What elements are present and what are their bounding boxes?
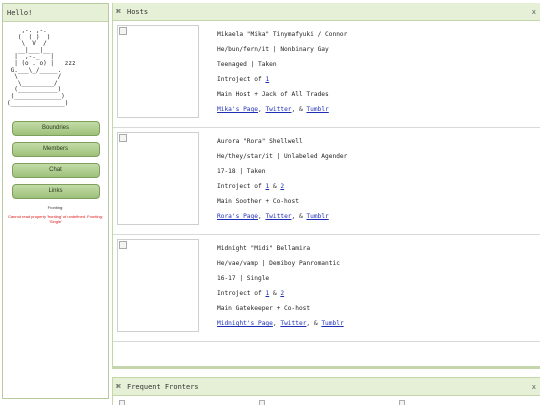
sidebar-title-bar: Hello! <box>3 4 108 22</box>
host-role: Main Host + Jack of All Trades <box>217 91 329 98</box>
host-card-mika: Mikaela "Mika" Tinymafyuki / Connor He/b… <box>113 21 540 128</box>
nav-links-button[interactable]: Links <box>11 184 100 200</box>
host-name: Mikaela "Mika" Tinymafyuki / Connor <box>217 31 348 38</box>
introject-link-1[interactable]: 1 <box>265 76 269 83</box>
sidebar-nav: Boundries Members Chat Links <box>3 121 108 200</box>
close-icon[interactable]: x <box>532 3 536 21</box>
introject-link-2[interactable]: 2 <box>280 290 284 297</box>
host-card-rora: Aurora "Rora" Shellwell He/they/star/it … <box>113 128 540 235</box>
fronter-image <box>399 400 405 405</box>
introject-link-1[interactable]: 1 <box>265 183 269 190</box>
host-age: Teenaged | Taken <box>217 61 277 68</box>
twitter-link[interactable]: Twitter <box>280 320 306 327</box>
host-image <box>117 132 199 225</box>
host-pronouns: He/they/star/it | Unlabeled Agender <box>217 153 348 160</box>
ascii-art: ,-. ,-. ( ( ) ) \ V / __|___|__ | ,-._ |… <box>7 27 76 107</box>
host-role: Main Soother + Co-host <box>217 198 299 205</box>
paperclip-icon: ⌘ <box>116 7 121 16</box>
host-page-link[interactable]: Midnight's Page <box>217 320 273 327</box>
host-name: Midnight "Midi" Bellamira <box>217 245 311 252</box>
tumblr-link[interactable]: Tumblr <box>306 106 328 113</box>
nav-boundries-button[interactable]: Boundries <box>11 121 100 137</box>
host-page-link[interactable]: Rora's Page <box>217 213 258 220</box>
host-links: Rora's Page, Twitter, & Tumblr <box>217 213 329 220</box>
fronter-image <box>119 400 125 405</box>
close-icon[interactable]: x <box>532 378 536 396</box>
introject-link-1[interactable]: 1 <box>265 290 269 297</box>
host-card-midi: Midnight "Midi" Bellamira He/vae/vamp | … <box>113 235 540 342</box>
host-pronouns: He/vae/vamp | Demiboy Panromantic <box>217 260 340 267</box>
tumblr-link[interactable]: Tumblr <box>321 320 343 327</box>
host-links: Mika's Page, Twitter, & Tumblr <box>217 106 329 113</box>
hosts-title-bar: ⌘ Hosts x <box>113 3 540 21</box>
host-links: Midnight's Page, Twitter, & Tumblr <box>217 320 344 327</box>
host-page-link[interactable]: Mika's Page <box>217 106 258 113</box>
error-message: Cannot read property 'fronting' of undef… <box>8 214 103 225</box>
nav-members-button[interactable]: Members <box>11 142 100 158</box>
introject-label: Introject of <box>217 290 266 297</box>
fronters-window: ⌘ Frequent Fronters x <box>112 377 540 405</box>
host-age: 16-17 | Single <box>217 275 270 282</box>
fronters-title: Frequent Fronters <box>127 383 199 391</box>
host-image <box>117 239 199 332</box>
host-name: Aurora "Rora" Shellwell <box>217 138 303 145</box>
hosts-window: ⌘ Hosts x Mikaela "Mika" Tinymafyuki / C… <box>112 3 540 369</box>
host-role: Main Gatekeeper + Co-host <box>217 305 311 312</box>
host-info: Aurora "Rora" Shellwell He/they/star/it … <box>217 134 536 224</box>
twitter-link[interactable]: Twitter <box>265 106 291 113</box>
tumblr-link[interactable]: Tumblr <box>306 213 328 220</box>
nav-chat-button[interactable]: Chat <box>11 163 100 179</box>
fronters-title-bar: ⌘ Frequent Fronters x <box>113 378 540 396</box>
host-pronouns: He/bun/fern/it | Nonbinary Gay <box>217 46 329 53</box>
twitter-link[interactable]: Twitter <box>265 213 291 220</box>
fronter-image <box>259 400 265 405</box>
host-info: Mikaela "Mika" Tinymafyuki / Connor He/b… <box>217 27 536 117</box>
host-introject: Introject of 1 <box>217 72 536 87</box>
host-introject: Introject of 1 & 2 <box>217 290 285 297</box>
paperclip-icon: ⌘ <box>116 382 121 391</box>
host-age: 17-18 | Taken <box>217 168 266 175</box>
introject-label: Introject of <box>217 183 266 190</box>
host-introject: Introject of 1 & 2 <box>217 183 285 190</box>
host-info: Midnight "Midi" Bellamira He/vae/vamp | … <box>217 241 536 331</box>
fronting-status: Fronting: <box>47 205 64 211</box>
hosts-title: Hosts <box>127 8 149 16</box>
introject-label: Introject of <box>217 76 266 83</box>
host-image <box>117 25 199 118</box>
introject-link-2[interactable]: 2 <box>280 183 284 190</box>
sidebar-window: Hello! ,-. ,-. ( ( ) ) \ V / __|___|__ |… <box>2 3 109 399</box>
sidebar-title: Hello! <box>7 9 33 17</box>
